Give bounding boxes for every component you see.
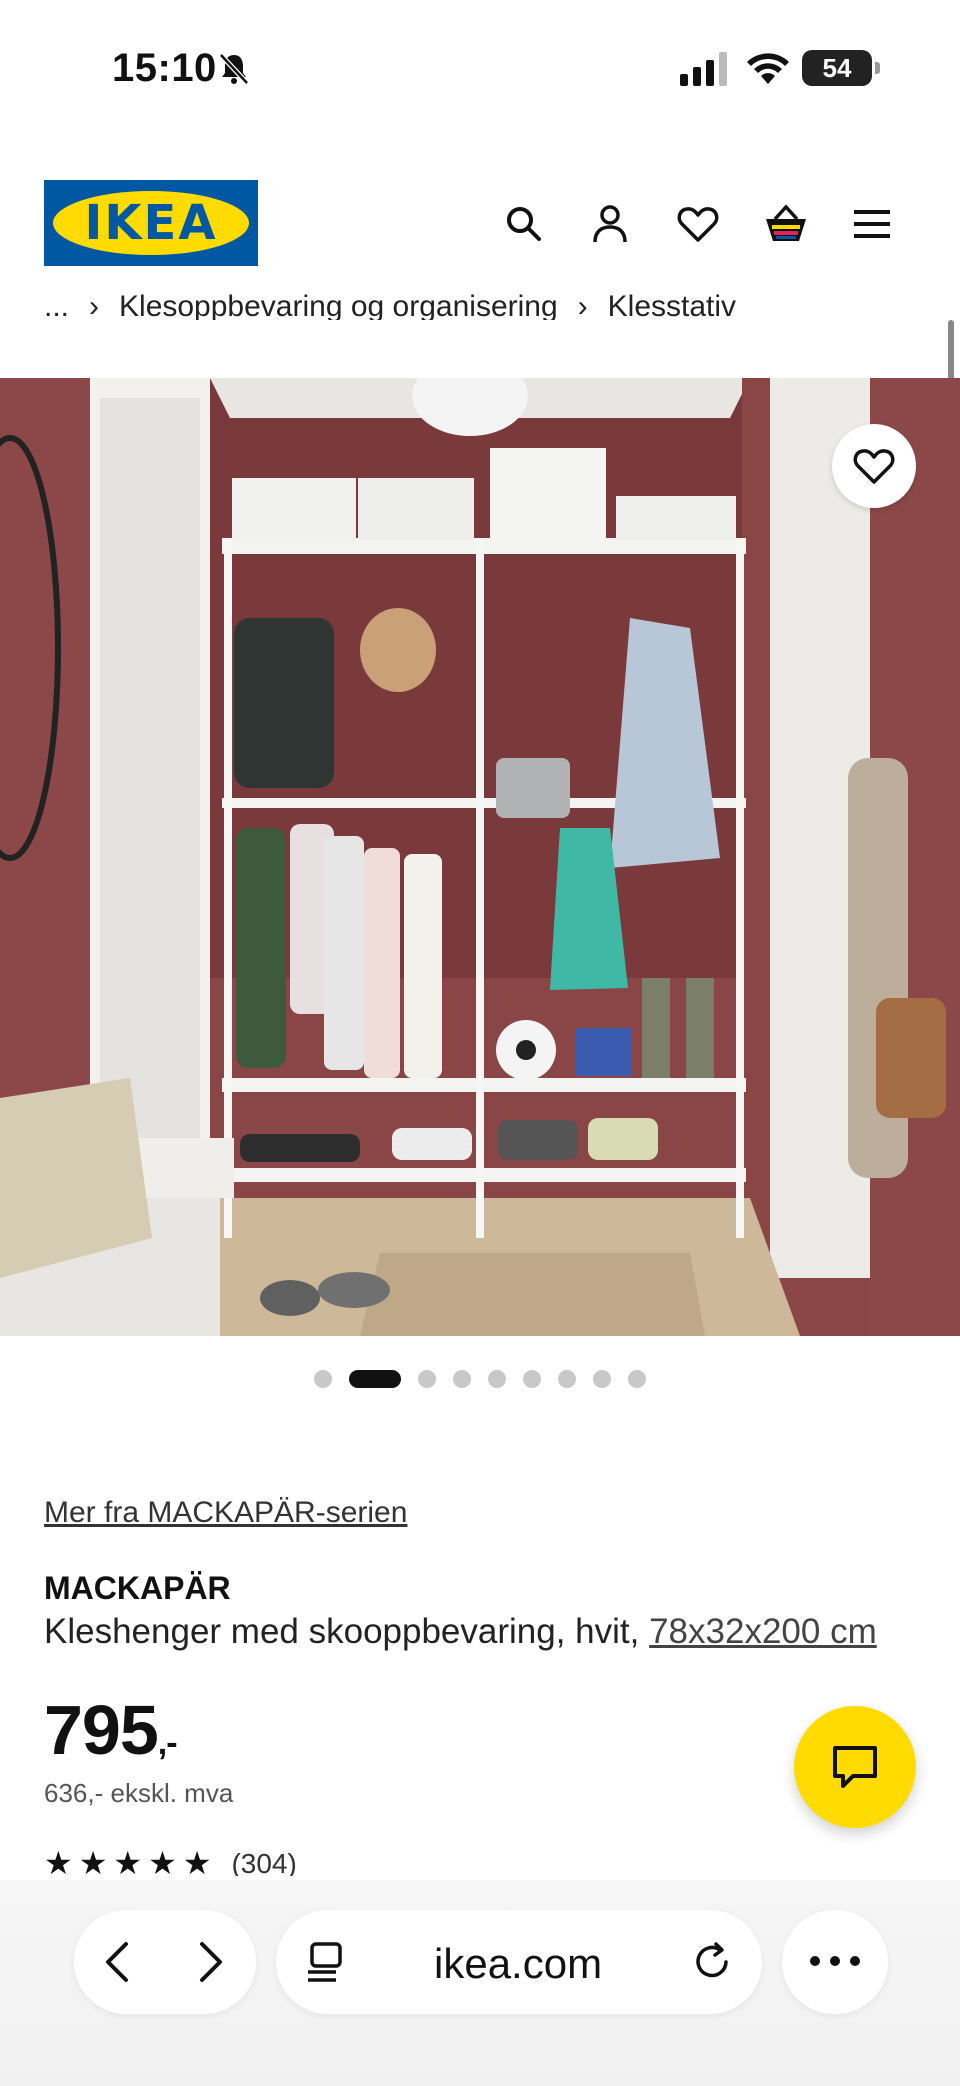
search-icon[interactable] [498, 198, 550, 250]
history-nav [74, 1910, 256, 2014]
price-suffix: ,- [157, 1724, 178, 1762]
gallery-dot[interactable] [349, 1370, 401, 1388]
more-dots-icon [810, 1956, 860, 1966]
url-text[interactable]: ikea.com [434, 1940, 602, 1988]
gallery-dot[interactable] [314, 1370, 332, 1388]
price-value: 795 [44, 1691, 159, 1769]
site-header: IKEA ... › Klesoppbevaring og organisering… [0, 140, 960, 490]
ikea-logo[interactable]: IKEA [44, 180, 258, 266]
logo-text: IKEA [84, 195, 218, 251]
status-time: 15:10 [112, 46, 217, 90]
more-options-button[interactable] [782, 1910, 888, 2014]
gallery-dot[interactable] [418, 1370, 436, 1388]
chevron-right-icon: › [577, 290, 588, 320]
price-excl-vat: 636,- ekskl. mva [44, 1778, 234, 1808]
gallery-dot[interactable] [453, 1370, 471, 1388]
chevron-right-icon: › [89, 290, 100, 320]
logo-oval: IKEA [53, 191, 249, 255]
chat-bubble-icon [833, 1746, 877, 1788]
rating-count: (304) [231, 1848, 297, 1876]
menu-icon[interactable] [846, 198, 898, 250]
product-description: Kleshenger med skooppbevaring, hvit, 78x… [44, 1612, 877, 1652]
product-price: 795,- [44, 1690, 178, 1770]
product-name: MACKAPÄR [44, 1570, 231, 1606]
gallery-pagination [0, 1370, 960, 1388]
product-image[interactable] [0, 378, 960, 1336]
star-rating-icons: ★★★★★ [44, 1845, 218, 1876]
breadcrumb-ellipsis[interactable]: ... [44, 290, 69, 320]
breadcrumb-item-clothes-rack[interactable]: Klesstativ [608, 290, 736, 320]
product-dimensions-link[interactable]: 78x32x200 cm [649, 1612, 877, 1651]
browser-toolbar: ikea.com [0, 1880, 960, 2086]
product-photo [0, 378, 960, 1336]
wifi-icon [747, 53, 789, 84]
add-to-favourites-button[interactable] [832, 424, 916, 508]
favourites-icon[interactable] [672, 198, 724, 250]
gallery-dot[interactable] [593, 1370, 611, 1388]
address-bar[interactable]: ikea.com [276, 1910, 762, 2014]
battery-indicator: 54 [802, 50, 880, 86]
product-rating[interactable]: ★★★★★ (304) [44, 1842, 297, 1876]
forward-chevron-icon[interactable] [192, 1940, 228, 1984]
bell-muted-icon [219, 53, 249, 85]
chat-button[interactable] [794, 1706, 916, 1828]
gallery-dot[interactable] [523, 1370, 541, 1388]
series-link[interactable]: Mer fra MACKAPÄR-serien [44, 1496, 407, 1530]
gallery-dot[interactable] [488, 1370, 506, 1388]
gallery-dot[interactable] [628, 1370, 646, 1388]
breadcrumb: ... › Klesoppbevaring og organisering › Kles… [44, 290, 736, 320]
reload-icon[interactable] [690, 1940, 734, 1984]
status-bar: 15:10 54 [0, 0, 960, 140]
account-icon[interactable] [584, 198, 636, 250]
gallery-dot[interactable] [558, 1370, 576, 1388]
signal-icon [680, 52, 727, 86]
tabs-icon[interactable] [306, 1940, 346, 1984]
product-description-text: Kleshenger med skooppbevaring, hvit, [44, 1612, 650, 1651]
heart-icon [853, 449, 895, 484]
cart-icon[interactable] [760, 198, 812, 250]
breadcrumb-item-storage[interactable]: Klesoppbevaring og organisering [119, 290, 558, 320]
back-chevron-icon[interactable] [100, 1940, 136, 1984]
